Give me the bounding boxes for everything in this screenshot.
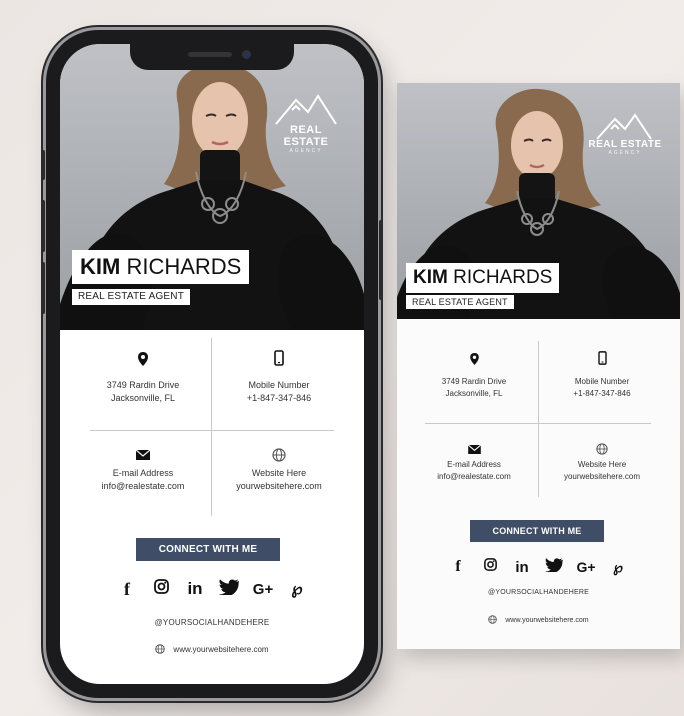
envelope-icon (467, 445, 481, 454)
mobile-phone-icon (274, 350, 284, 366)
agent-title: REAL ESTATE AGENT (72, 289, 191, 305)
footer-website-text: www.yourwebsitehere.com (173, 645, 269, 654)
agent-name-printed: KIM RICHARDS (406, 263, 560, 293)
location-pin-icon (469, 353, 479, 365)
phone-notch (130, 44, 294, 70)
envelope-icon (136, 450, 150, 460)
email-value[interactable]: info@realestate.com (80, 481, 206, 491)
agency-logo: REAL ESTATE AGENCY (283, 124, 329, 154)
linkedin-icon[interactable]: in (178, 579, 212, 599)
mobile-label: Mobile Number (248, 380, 310, 390)
agency-logo-printed: REAL ESTATE AGENCY (588, 139, 662, 156)
address-line-1: 3749 Rardin Drive (106, 380, 180, 390)
grid-divider-vertical (211, 338, 212, 516)
facebook-icon: f (455, 558, 461, 575)
phone-screen: REAL ESTATE AGENCY KIM RICHARDS REAL EST… (60, 44, 364, 684)
website-value[interactable]: yourwebsitehere.com (216, 481, 342, 491)
mobile-value[interactable]: +1-847-347-846 (216, 393, 342, 403)
grid-divider-vertical-printed (538, 341, 539, 497)
footer-website-printed: www.yourwebsitehere.com (397, 615, 680, 624)
address-block: 3749 Rardin Drive Jacksonville, FL (80, 352, 206, 403)
pinterest-icon[interactable]: ℘ (280, 579, 314, 599)
website-block-printed: Website Here yourwebsitehere.com (543, 443, 661, 481)
email-label: E-mail Address (112, 468, 174, 478)
globe-icon (155, 644, 166, 654)
phone-power-button (379, 220, 383, 300)
mobile-phone-icon (597, 351, 607, 365)
twitter-icon[interactable] (212, 578, 246, 600)
grid-divider-horizontal-printed (425, 423, 651, 424)
email-block: E-mail Address info@realestate.com (80, 450, 206, 491)
google-plus-icon[interactable]: G+ (246, 581, 280, 598)
facebook-icon[interactable]: f (110, 579, 144, 600)
phone-volume-down (41, 262, 45, 314)
mobile-block: Mobile Number +1-847-347-846 (216, 350, 342, 403)
footer-website[interactable]: www.yourwebsitehere.com (60, 644, 364, 654)
social-icons-printed: f in G+ ℘ (433, 555, 643, 579)
website-block: Website Here yourwebsitehere.com (216, 448, 342, 491)
social-handle: @YOURSOCIALHANDEHERE (154, 618, 270, 627)
globe-icon (596, 443, 608, 455)
connect-button[interactable]: CONNECT WITH ME (136, 538, 280, 561)
globe-icon (488, 615, 498, 624)
agent-name: KIM RICHARDS (72, 250, 250, 284)
agent-photo: REAL ESTATE AGENCY (60, 44, 364, 330)
email-block-printed: E-mail Address info@realestate.com (415, 445, 533, 481)
google-plus-icon: G+ (576, 559, 596, 575)
social-icons: f in G+ ℘ (100, 576, 324, 602)
agent-title-printed: REAL ESTATE AGENT (406, 295, 514, 309)
mobile-block-printed: Mobile Number +1-847-347-846 (543, 351, 661, 398)
phone-mockup: REAL ESTATE AGENCY KIM RICHARDS REAL EST… (41, 30, 383, 698)
address-block-printed: 3749 Rardin Drive Jacksonville, FL (415, 353, 533, 398)
printed-card: REAL ESTATE AGENCY KIM RICHARDS REAL EST… (397, 83, 680, 649)
globe-icon (272, 448, 286, 462)
phone-volume-up (41, 200, 45, 252)
scene: REAL ESTATE AGENCY KIM RICHARDS REAL EST… (0, 0, 684, 716)
address-line-2: Jacksonville, FL (110, 393, 176, 403)
linkedin-icon: in (515, 558, 529, 576)
social-handle-printed: @YOURSOCIALHANDEHERE (488, 589, 589, 596)
location-pin-icon (138, 352, 148, 366)
instagram-icon[interactable] (144, 579, 178, 599)
phone-mute-switch (41, 150, 45, 180)
connect-label-printed: CONNECT WITH ME (470, 520, 604, 542)
twitter-icon (538, 557, 570, 577)
grid-divider-horizontal (90, 430, 334, 431)
instagram-icon (474, 558, 506, 576)
website-label: Website Here (251, 468, 307, 478)
pinterest-icon: ℘ (613, 558, 623, 575)
